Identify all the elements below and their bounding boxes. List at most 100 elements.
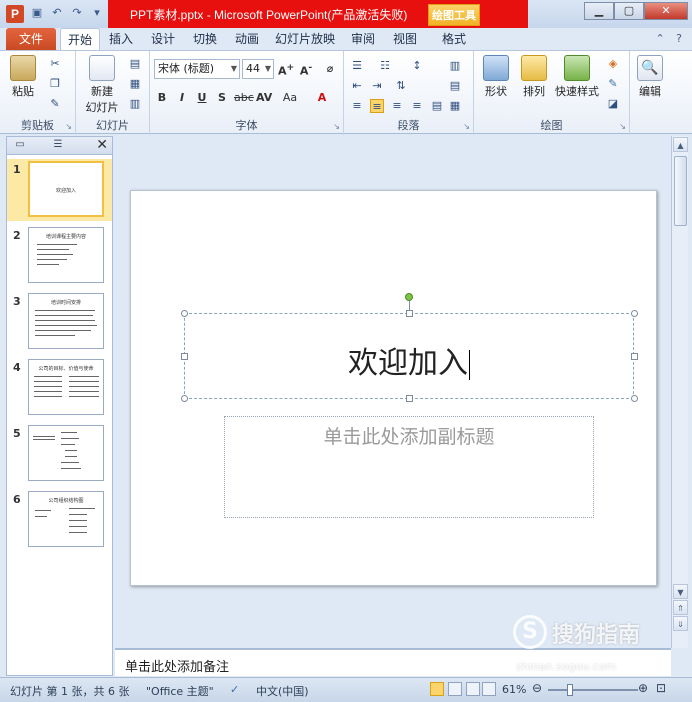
quick-styles-button[interactable]: 快速样式 <box>552 55 602 99</box>
help-icon[interactable]: ? <box>676 32 682 45</box>
redo-icon[interactable]: ↷ <box>70 6 84 20</box>
powerpoint-app-icon[interactable]: P <box>6 5 24 23</box>
paragraph-launcher-icon[interactable]: ↘ <box>463 122 470 131</box>
underline-icon[interactable]: U <box>194 91 210 104</box>
customize-qat-icon[interactable]: ▾ <box>90 6 104 20</box>
language-status[interactable]: 中文(中国) <box>256 683 309 699</box>
char-spacing-icon[interactable]: AV <box>256 91 272 104</box>
slide-thumbnail-6[interactable]: 6 公司组织结构图 <box>7 489 112 551</box>
arrange-button[interactable]: 排列 <box>516 55 552 99</box>
font-size-combo[interactable]: 44 ▼ <box>242 59 274 79</box>
zoom-out-icon[interactable]: ⊖ <box>532 681 542 695</box>
align-left-icon[interactable]: ≡ <box>350 99 364 113</box>
minimize-button[interactable]: ▁ <box>584 2 614 20</box>
undo-icon[interactable]: ↶ <box>50 6 64 20</box>
normal-view-icon[interactable] <box>430 682 444 696</box>
tab-view[interactable]: 视图 <box>388 28 422 50</box>
align-right-icon[interactable]: ≡ <box>390 99 404 113</box>
maximize-button[interactable]: ▢ <box>614 2 644 20</box>
resize-handle-bottom-left[interactable] <box>181 395 188 402</box>
font-name-combo[interactable]: 宋体 (标题) ▼ <box>154 59 240 79</box>
italic-icon[interactable]: I <box>174 91 190 104</box>
paste-button[interactable]: 粘贴 <box>6 55 40 99</box>
next-slide-icon[interactable]: ⇓ <box>673 616 688 631</box>
reading-view-icon[interactable] <box>466 682 480 696</box>
reset-icon[interactable]: ▦ <box>128 77 142 91</box>
grow-font-icon[interactable]: A+ <box>278 62 294 78</box>
slide-thumbnail-2[interactable]: 2 培训课程主要内容 <box>7 225 112 287</box>
slide-thumbnail-5[interactable]: 5 <box>7 423 112 485</box>
tab-slideshow[interactable]: 幻灯片放映 <box>272 28 338 50</box>
previous-slide-icon[interactable]: ⇑ <box>673 600 688 615</box>
resize-handle-right[interactable] <box>631 353 638 360</box>
align-center-icon[interactable]: ≡ <box>370 99 384 113</box>
tab-insert[interactable]: 插入 <box>104 28 138 50</box>
resize-handle-bottom[interactable] <box>406 395 413 402</box>
spell-check-icon[interactable]: ✓ <box>230 683 239 696</box>
change-case-icon[interactable]: Aa <box>282 91 298 104</box>
numbering-icon[interactable]: ☷ <box>378 59 392 73</box>
edit-button[interactable]: 🔍 编辑 <box>634 55 666 99</box>
copy-icon[interactable]: ❐ <box>48 77 62 91</box>
slide-thumbnail-4[interactable]: 4 公司的目标、价值与使命 <box>7 357 112 419</box>
decrease-indent-icon[interactable]: ⇤ <box>350 79 364 93</box>
justify-icon[interactable]: ≡ <box>410 99 424 113</box>
slides-tab-icon[interactable]: ▭ <box>9 139 31 153</box>
text-direction-icon[interactable]: ⇅ <box>394 79 408 93</box>
zoom-in-icon[interactable]: ⊕ <box>638 681 648 695</box>
columns-icon[interactable]: ▥ <box>448 59 462 73</box>
slideshow-view-icon[interactable] <box>482 682 496 696</box>
new-slide-button[interactable]: 新建 幻灯片 <box>80 55 124 115</box>
shadow-icon[interactable]: S <box>214 91 230 104</box>
tab-format[interactable]: 格式 <box>434 28 474 50</box>
close-panel-icon[interactable]: ✕ <box>96 137 108 153</box>
strikethrough-icon[interactable]: abc <box>234 91 254 104</box>
subtitle-placeholder[interactable]: 单击此处添加副标题 <box>224 416 594 518</box>
title-placeholder[interactable]: 欢迎加入 <box>181 293 638 402</box>
shrink-font-icon[interactable]: A- <box>298 62 314 78</box>
resize-handle-top[interactable] <box>406 310 413 317</box>
shape-effects-icon[interactable]: ◪ <box>606 97 620 111</box>
theme-status[interactable]: "Office 主题" <box>146 683 214 699</box>
resize-handle-top-right[interactable] <box>631 310 638 317</box>
resize-handle-bottom-right[interactable] <box>631 395 638 402</box>
shape-outline-icon[interactable]: ✎ <box>606 77 620 91</box>
tab-animations[interactable]: 动画 <box>230 28 264 50</box>
font-color-icon[interactable]: A <box>314 91 330 104</box>
zoom-level[interactable]: 61% <box>502 683 526 696</box>
align-text-icon[interactable]: ▤ <box>448 79 462 93</box>
slide-sorter-icon[interactable] <box>448 682 462 696</box>
layout-icon[interactable]: ▤ <box>128 57 142 71</box>
section-icon[interactable]: ▥ <box>128 97 142 111</box>
fit-to-window-icon[interactable]: ⊡ <box>656 681 666 695</box>
bold-icon[interactable]: B <box>154 91 170 104</box>
tab-home[interactable]: 开始 <box>60 28 100 50</box>
resize-handle-left[interactable] <box>181 353 188 360</box>
tab-design[interactable]: 设计 <box>146 28 180 50</box>
shapes-button[interactable]: 形状 <box>478 55 514 99</box>
format-painter-icon[interactable]: ✎ <box>48 97 62 111</box>
minimize-ribbon-icon[interactable]: ⌃ <box>655 32 664 45</box>
clear-format-icon[interactable]: ⌀ <box>322 62 338 75</box>
close-button[interactable]: ✕ <box>644 2 688 20</box>
tab-review[interactable]: 审阅 <box>346 28 380 50</box>
scroll-thumb[interactable] <box>674 156 687 226</box>
slide-thumbnail-3[interactable]: 3 培训时间安排 <box>7 291 112 353</box>
tab-file[interactable]: 文件 <box>6 28 56 50</box>
clipboard-launcher-icon[interactable]: ↘ <box>65 122 72 131</box>
shape-fill-icon[interactable]: ◈ <box>606 57 620 71</box>
drawing-launcher-icon[interactable]: ↘ <box>619 122 626 131</box>
save-icon[interactable]: ▣ <box>30 6 44 20</box>
distributed-icon[interactable]: ▤ <box>430 99 444 113</box>
scroll-up-icon[interactable]: ▲ <box>673 137 688 152</box>
line-spacing-icon[interactable]: ↕ <box>410 59 424 73</box>
font-launcher-icon[interactable]: ↘ <box>333 122 340 131</box>
increase-indent-icon[interactable]: ⇥ <box>370 79 384 93</box>
zoom-slider[interactable] <box>548 689 638 691</box>
scroll-down-icon[interactable]: ▼ <box>673 584 688 599</box>
tab-transitions[interactable]: 切换 <box>188 28 222 50</box>
rotation-handle[interactable] <box>405 293 413 301</box>
smartart-icon[interactable]: ▦ <box>448 99 462 113</box>
vertical-scrollbar[interactable]: ▲ ▼ ⇑ ⇓ <box>671 136 688 648</box>
cut-icon[interactable]: ✂ <box>48 57 62 71</box>
